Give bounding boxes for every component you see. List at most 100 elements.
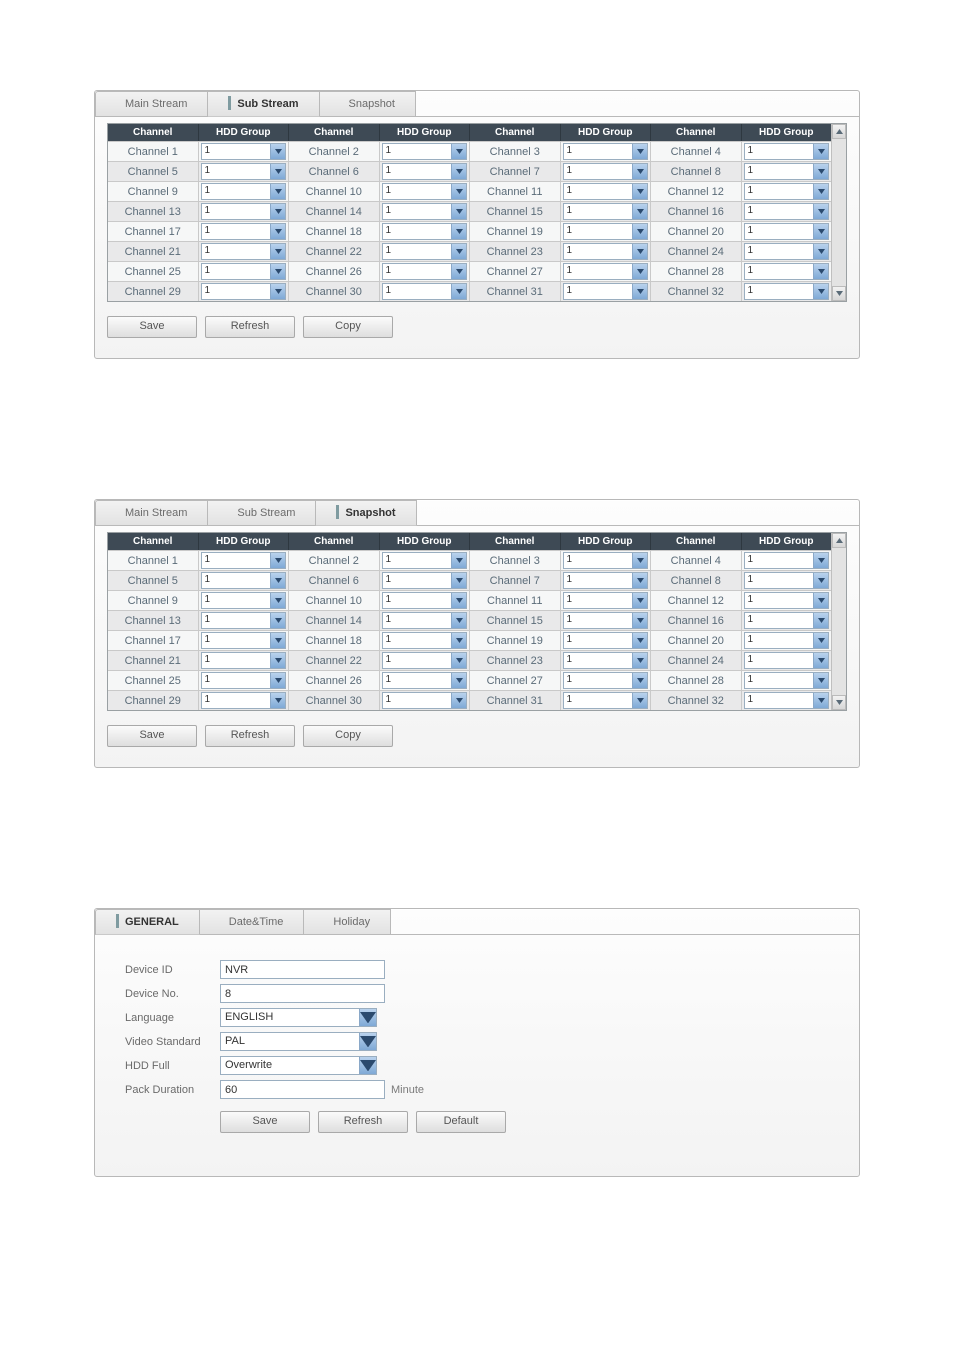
hdd-group-select[interactable]: 1	[563, 552, 649, 569]
hdd-group-select[interactable]: 1	[563, 143, 649, 160]
hdd-group-select[interactable]: 1	[563, 692, 649, 709]
hdd-group-select[interactable]: 1	[201, 243, 287, 260]
scroll-down-icon[interactable]	[832, 286, 846, 301]
hdd-group-select[interactable]: 1	[201, 183, 287, 200]
tabs: Main Stream Sub Stream Snapshot	[95, 500, 859, 526]
tab-sub-stream[interactable]: Sub Stream	[208, 91, 319, 117]
hdd-group-select[interactable]: 1	[744, 692, 830, 709]
hdd-group-select[interactable]: 1	[563, 183, 649, 200]
hdd-group-select[interactable]: 1	[382, 672, 468, 689]
hdd-group-select[interactable]: 1	[201, 163, 287, 180]
scroll-up-icon[interactable]	[832, 533, 846, 548]
hdd-group-select[interactable]: 1	[382, 692, 468, 709]
hdd-group-select[interactable]: 1	[382, 143, 468, 160]
hdd-group-select[interactable]: 1	[744, 163, 830, 180]
hdd-group-select[interactable]: 1	[382, 632, 468, 649]
tab-snapshot[interactable]: Snapshot	[320, 91, 416, 117]
hdd-group-select[interactable]: 1	[201, 652, 287, 669]
hdd-group-select[interactable]: 1	[382, 263, 468, 280]
refresh-button[interactable]: Refresh	[205, 316, 295, 338]
tab-main-stream[interactable]: Main Stream	[95, 500, 208, 526]
refresh-button[interactable]: Refresh	[205, 725, 295, 747]
hdd-group-select[interactable]: 1	[201, 592, 287, 609]
hdd-group-select[interactable]: 1	[201, 283, 287, 300]
hdd-group-select[interactable]: 1	[563, 592, 649, 609]
hdd-group-select[interactable]: 1	[382, 592, 468, 609]
refresh-button[interactable]: Refresh	[318, 1111, 408, 1133]
hdd-group-select[interactable]: 1	[382, 183, 468, 200]
hdd-group-select[interactable]: 1	[201, 672, 287, 689]
scrollbar[interactable]	[831, 124, 846, 301]
hdd-group-select[interactable]: 1	[201, 203, 287, 220]
hdd-group-select[interactable]: 1	[201, 552, 287, 569]
hdd-group-select[interactable]: 1	[201, 263, 287, 280]
hdd-group-select[interactable]: 1	[563, 612, 649, 629]
hdd-group-select[interactable]: 1	[744, 572, 830, 589]
hdd-group-cell: 1	[380, 282, 471, 301]
tab-sub-stream[interactable]: Sub Stream	[208, 500, 316, 526]
hdd-group-select[interactable]: 1	[563, 632, 649, 649]
hdd-group-select[interactable]: 1	[744, 283, 830, 300]
hdd-group-cell: 1	[561, 222, 652, 241]
hdd-group-select[interactable]: 1	[201, 632, 287, 649]
hdd-group-select[interactable]: 1	[744, 632, 830, 649]
hdd-group-select[interactable]: 1	[563, 672, 649, 689]
hdd-group-select[interactable]: 1	[563, 572, 649, 589]
tab-holiday[interactable]: Holiday	[304, 909, 391, 935]
hdd-group-select[interactable]: 1	[382, 163, 468, 180]
hdd-group-select[interactable]: 1	[382, 652, 468, 669]
hdd-group-select[interactable]: 1	[382, 552, 468, 569]
device-id-input[interactable]	[220, 960, 385, 979]
pack-duration-input[interactable]	[220, 1080, 385, 1099]
scroll-up-icon[interactable]	[832, 124, 846, 139]
hdd-group-select[interactable]: 1	[563, 243, 649, 260]
default-button[interactable]: Default	[416, 1111, 506, 1133]
hdd-group-select[interactable]: 1	[382, 612, 468, 629]
hdd-group-select[interactable]: 1	[382, 203, 468, 220]
tab-date-time[interactable]: Date&Time	[200, 909, 305, 935]
hdd-group-select[interactable]: 1	[563, 263, 649, 280]
hdd-group-select[interactable]: 1	[563, 652, 649, 669]
hdd-group-select[interactable]: 1	[744, 552, 830, 569]
hdd-group-select[interactable]: 1	[744, 652, 830, 669]
column-header: HDD Group	[561, 124, 652, 141]
hdd-group-select[interactable]: 1	[744, 223, 830, 240]
scrollbar[interactable]	[831, 533, 846, 710]
hdd-group-select[interactable]: 1	[563, 163, 649, 180]
hdd-group-select[interactable]: 1	[382, 223, 468, 240]
hdd-group-select[interactable]: 1	[563, 283, 649, 300]
hdd-full-select[interactable]: Overwrite	[220, 1056, 377, 1075]
hdd-group-select[interactable]: 1	[744, 183, 830, 200]
hdd-group-select[interactable]: 1	[382, 243, 468, 260]
device-no-input[interactable]	[220, 984, 385, 1003]
select-value: 1	[564, 284, 633, 299]
tab-general[interactable]: GENERAL	[95, 909, 200, 935]
hdd-group-select[interactable]: 1	[382, 572, 468, 589]
hdd-group-select[interactable]: 1	[744, 612, 830, 629]
hdd-group-select[interactable]: 1	[744, 243, 830, 260]
hdd-group-select[interactable]: 1	[201, 223, 287, 240]
hdd-group-select[interactable]: 1	[382, 283, 468, 300]
hdd-group-select[interactable]: 1	[201, 143, 287, 160]
hdd-group-select[interactable]: 1	[563, 223, 649, 240]
language-select[interactable]: ENGLISH	[220, 1008, 377, 1027]
copy-button[interactable]: Copy	[303, 725, 393, 747]
hdd-group-select[interactable]: 1	[563, 203, 649, 220]
save-button[interactable]: Save	[107, 725, 197, 747]
hdd-group-select[interactable]: 1	[201, 572, 287, 589]
hdd-group-select[interactable]: 1	[744, 592, 830, 609]
video-standard-select[interactable]: PAL	[220, 1032, 377, 1051]
hdd-group-select[interactable]: 1	[744, 263, 830, 280]
tab-snapshot[interactable]: Snapshot	[316, 500, 416, 526]
hdd-group-select[interactable]: 1	[744, 203, 830, 220]
save-button[interactable]: Save	[107, 316, 197, 338]
scroll-down-icon[interactable]	[832, 695, 846, 710]
hdd-group-select[interactable]: 1	[201, 612, 287, 629]
hdd-group-select[interactable]: 1	[744, 672, 830, 689]
save-button[interactable]: Save	[220, 1111, 310, 1133]
tab-main-stream[interactable]: Main Stream	[95, 91, 208, 117]
hdd-group-select[interactable]: 1	[744, 143, 830, 160]
copy-button[interactable]: Copy	[303, 316, 393, 338]
channel-label: Channel 29	[108, 282, 199, 301]
hdd-group-select[interactable]: 1	[201, 692, 287, 709]
